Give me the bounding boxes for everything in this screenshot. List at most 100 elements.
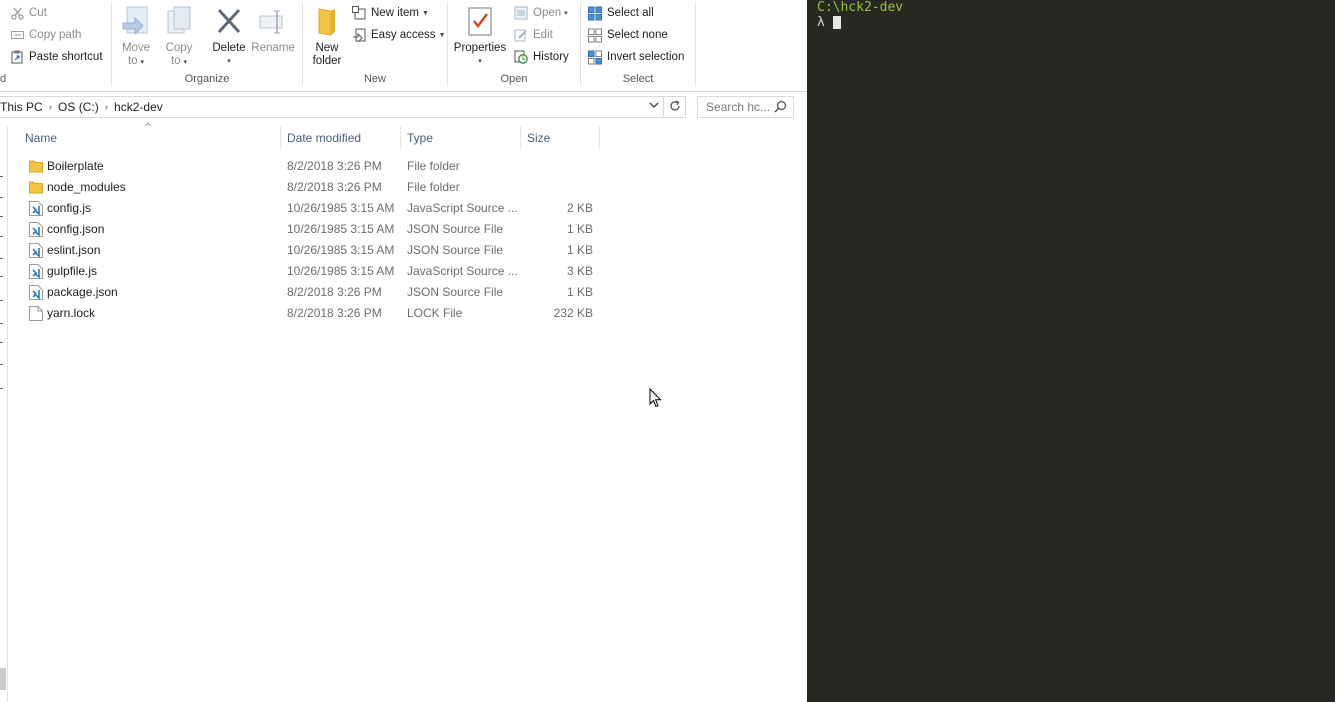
open-label: Open <box>533 7 562 19</box>
nav-expander-icon[interactable] <box>0 176 3 177</box>
move-to-button[interactable]: Move to ▾ <box>119 4 153 69</box>
file-name[interactable]: gulpfile.js <box>47 264 97 278</box>
file-name[interactable]: config.json <box>47 222 104 236</box>
copy-to-button[interactable]: Copy to ▾ <box>162 4 196 69</box>
invert-selection-icon <box>588 50 602 64</box>
nav-expander-icon[interactable] <box>0 276 3 277</box>
file-row[interactable]: config.js 10/26/1985 3:15 AM JavaScript So… <box>8 198 608 219</box>
delete-button[interactable]: Delete ▾ <box>210 4 248 68</box>
dropdown-arrow-icon: ▾ <box>140 59 145 66</box>
nav-expander-icon[interactable] <box>0 258 3 259</box>
file-size: 1 KB <box>566 243 593 257</box>
nav-expander-icon[interactable] <box>0 323 3 324</box>
column-header-name[interactable]: Name <box>19 126 281 150</box>
dropdown-arrow-icon: ▼ <box>438 31 446 39</box>
edit-button[interactable]: Edit <box>514 25 553 45</box>
file-type: JavaScript Source ... <box>407 201 518 215</box>
file-name[interactable]: package.json <box>47 285 118 299</box>
new-folder-label-1: New <box>315 42 339 54</box>
open-button[interactable]: Open ▾ <box>514 3 568 23</box>
vscode-file-icon <box>29 285 43 300</box>
history-icon <box>514 50 528 64</box>
file-row[interactable]: eslint.json 10/26/1985 3:15 AM JSON Source… <box>8 240 608 261</box>
search-icon[interactable] <box>774 100 787 116</box>
file-explorer-window: Cut Copy path Paste shortcut d Move to▾ <box>0 0 807 702</box>
move-to-icon <box>120 4 152 38</box>
column-header-size[interactable]: Size <box>521 126 600 150</box>
dropdown-arrow-icon: ▾ <box>183 59 188 66</box>
delete-label: Delete <box>212 42 246 54</box>
nav-expander-icon[interactable] <box>0 342 3 343</box>
copy-path-button[interactable]: Copy path <box>10 25 81 45</box>
clipboard-group-label: d <box>0 73 7 85</box>
file-row[interactable]: yarn.lock 8/2/2018 3:26 PM LOCK File 232 KB <box>8 303 608 324</box>
dropdown-arrow-icon: ▾ <box>478 58 482 65</box>
search-box[interactable]: Search hc... <box>697 96 794 118</box>
file-row[interactable]: Boilerplate 8/2/2018 3:26 PM File folder <box>8 156 608 177</box>
rename-button[interactable]: Rename <box>250 4 296 55</box>
file-row[interactable]: package.json 8/2/2018 3:26 PM JSON Source … <box>8 282 608 303</box>
history-button[interactable]: History <box>514 47 569 67</box>
file-name[interactable]: yarn.lock <box>47 306 95 320</box>
search-placeholder: Search hc... <box>706 100 771 114</box>
mouse-pointer-icon <box>649 387 662 411</box>
cut-button[interactable]: Cut <box>10 3 47 23</box>
file-name[interactable]: Boilerplate <box>47 159 104 173</box>
easy-access-label: Easy access <box>371 29 436 41</box>
nav-expander-icon[interactable] <box>0 236 3 237</box>
address-history-dropdown-icon[interactable] <box>649 101 659 111</box>
invert-selection-button[interactable]: Invert selection <box>588 47 684 67</box>
column-header-date-modified[interactable]: Date modified <box>281 126 401 150</box>
column-headers: Name Date modified Type Size <box>8 126 807 150</box>
nav-expander-icon[interactable] <box>0 364 3 365</box>
paste-shortcut-button[interactable]: Paste shortcut <box>10 47 103 67</box>
new-item-button[interactable]: New item ▼ <box>352 3 429 23</box>
terminal-window[interactable]: C:\hck2-dev λ <box>807 0 1335 702</box>
easy-access-button[interactable]: Easy access ▼ <box>352 25 446 45</box>
properties-button[interactable]: Properties ▾ <box>452 4 508 68</box>
nav-expander-icon[interactable] <box>0 388 3 389</box>
nav-expander-icon[interactable] <box>0 197 3 198</box>
dropdown-arrow-icon: ▾ <box>227 58 231 65</box>
file-size: 232 KB <box>553 306 593 320</box>
nav-scrollbar-thumb[interactable] <box>0 668 6 690</box>
navigation-pane[interactable] <box>0 126 8 702</box>
select-none-label: Select none <box>607 29 668 41</box>
file-name[interactable]: node_modules <box>47 180 126 194</box>
file-name[interactable]: config.js <box>47 201 91 215</box>
address-bar[interactable]: This PC › OS (C:) › hck2-dev <box>0 96 664 118</box>
select-group-label: Select <box>622 73 654 85</box>
properties-label: Properties <box>453 42 507 54</box>
new-folder-button[interactable]: New folder <box>309 4 345 68</box>
file-type: JavaScript Source ... <box>407 264 518 278</box>
breadcrumb-drive[interactable]: OS (C:) <box>52 100 105 114</box>
nav-expander-icon[interactable] <box>0 300 3 301</box>
terminal-cursor <box>833 16 841 29</box>
file-row[interactable]: config.json 10/26/1985 3:15 AM JSON Source… <box>8 219 608 240</box>
file-row[interactable]: node_modules 8/2/2018 3:26 PM File folder <box>8 177 608 198</box>
rename-icon <box>257 4 289 38</box>
blank-file-icon <box>29 306 43 321</box>
breadcrumb-this-pc[interactable]: This PC <box>0 100 49 114</box>
breadcrumb-folder[interactable]: hck2-dev <box>108 100 169 114</box>
properties-icon <box>464 4 496 38</box>
new-group-label: New <box>363 73 386 85</box>
open-icon <box>514 6 528 20</box>
new-item-label: New item <box>371 7 419 19</box>
vscode-file-icon <box>29 201 43 216</box>
file-name[interactable]: eslint.json <box>47 243 100 257</box>
move-to-label-2: to ▾ <box>127 55 145 67</box>
refresh-button[interactable] <box>664 96 686 118</box>
select-all-icon <box>588 6 602 20</box>
file-date-modified: 10/26/1985 3:15 AM <box>287 264 395 278</box>
file-size: 3 KB <box>566 264 593 278</box>
file-row[interactable]: gulpfile.js 10/26/1985 3:15 AM JavaScript … <box>8 261 608 282</box>
copy-path-label: Copy path <box>29 29 82 41</box>
select-none-button[interactable]: Select none <box>588 25 668 45</box>
file-date-modified: 10/26/1985 3:15 AM <box>287 222 395 236</box>
copy-to-icon <box>163 4 195 38</box>
nav-expander-icon[interactable] <box>0 216 3 217</box>
select-all-button[interactable]: Select all <box>588 3 654 23</box>
column-header-type[interactable]: Type <box>401 126 521 150</box>
file-type: LOCK File <box>407 306 463 320</box>
